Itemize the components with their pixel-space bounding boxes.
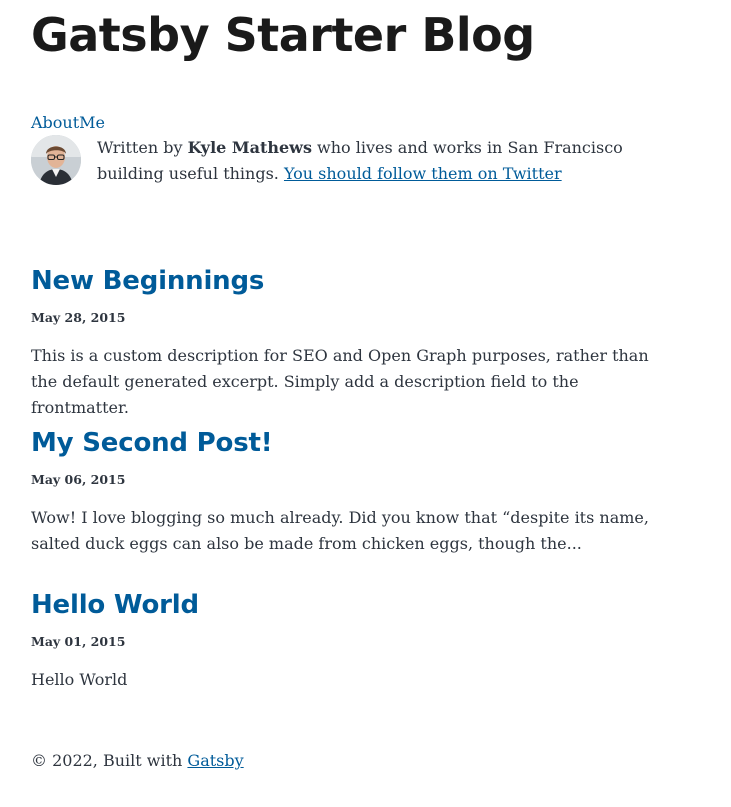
post-title-link[interactable]: New Beginnings	[31, 266, 681, 296]
author-bio: Written by Kyle Mathews who lives and wo…	[31, 135, 681, 187]
post-title-link[interactable]: My Second Post!	[31, 428, 681, 458]
post-date: May 28, 2015	[31, 310, 126, 325]
post-description: Wow! I love blogging so much already. Di…	[31, 508, 649, 553]
twitter-link[interactable]: You should follow them on Twitter	[284, 164, 562, 183]
post-item: New Beginnings May 28, 2015 This is a cu…	[31, 266, 681, 437]
footer: © 2022, Built with Gatsby	[31, 751, 244, 770]
author-name: Kyle Mathews	[187, 138, 312, 157]
site-title[interactable]: Gatsby Starter Blog	[31, 8, 535, 62]
post-title-link[interactable]: Hello World	[31, 590, 681, 620]
post-item: Hello World May 01, 2015 Hello World	[31, 590, 681, 709]
gatsby-link[interactable]: Gatsby	[187, 751, 243, 770]
post-description: This is a custom description for SEO and…	[31, 346, 649, 417]
post-description: Hello World	[31, 670, 128, 689]
bio-prefix: Written by	[97, 138, 188, 157]
post-item: My Second Post! May 06, 2015 Wow! I love…	[31, 428, 681, 573]
footer-text: © 2022, Built with	[31, 751, 188, 770]
post-date: May 06, 2015	[31, 472, 126, 487]
author-avatar-image	[31, 135, 81, 185]
author-avatar	[31, 135, 81, 185]
bio-text: Written by Kyle Mathews who lives and wo…	[97, 135, 667, 187]
about-me-link[interactable]: AboutMe	[31, 113, 105, 132]
post-date: May 01, 2015	[31, 634, 126, 649]
